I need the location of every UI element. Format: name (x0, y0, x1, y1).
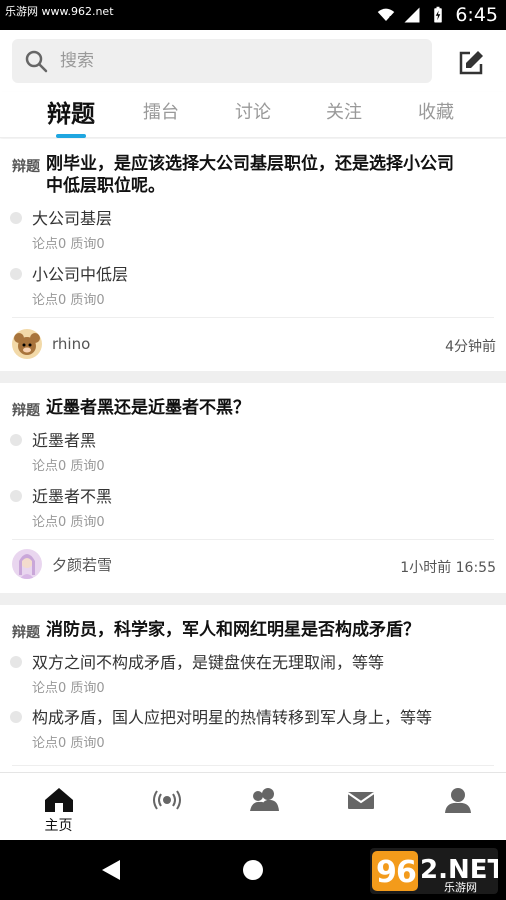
debate-tag: 辩题 (12, 403, 40, 419)
edit-icon[interactable] (456, 48, 486, 78)
option-radio[interactable] (10, 711, 22, 723)
nav-profile[interactable] (407, 773, 506, 841)
svg-text:6: 6 (396, 855, 417, 890)
nav-community[interactable] (213, 773, 314, 841)
bottom-nav: 主页 (0, 772, 506, 840)
card-separator (0, 371, 506, 383)
option-stats: 论点0 质询0 (32, 681, 105, 696)
author-info[interactable]: 夕颜若雪 (12, 549, 112, 579)
svg-text:乐游网: 乐游网 (444, 881, 477, 894)
back-icon[interactable] (100, 858, 122, 882)
divider (12, 317, 494, 318)
tab-arena[interactable]: 擂台 (121, 98, 201, 124)
post-time: 4分钟前 (445, 339, 496, 355)
debate-tag: 辩题 (12, 625, 40, 641)
avatar[interactable] (12, 549, 42, 579)
option-stats: 论点0 质询0 (32, 237, 105, 252)
debate-card[interactable]: 辩题 消防员，科学家，军人和网红明星是否构成矛盾？ 双方之间不构成矛盾，是键盘侠… (0, 605, 506, 772)
search-bar[interactable] (12, 39, 432, 83)
option-radio[interactable] (10, 656, 22, 668)
tab-favorites[interactable]: 收藏 (396, 98, 476, 124)
post-time: 1小时前 16:55 (400, 560, 496, 576)
tab-active-indicator (56, 134, 86, 138)
group-icon (249, 788, 279, 811)
tab-discussion[interactable]: 讨论 (213, 98, 293, 124)
option-radio[interactable] (10, 490, 22, 502)
option-text: 近墨者黑 (32, 431, 97, 450)
feed: 辩题 刚毕业，是应该选择大公司基层职位，还是选择小公司中低层职位呢。 大公司基层… (0, 139, 506, 772)
tab-debate[interactable]: 辩题 (31, 94, 111, 129)
avatar[interactable] (12, 329, 42, 359)
option-stats: 论点0 质询0 (32, 459, 105, 474)
divider (12, 539, 494, 540)
option-text: 小公司中低层 (32, 265, 129, 284)
tab-following[interactable]: 关注 (304, 98, 384, 124)
nav-messages[interactable] (310, 773, 411, 841)
option-radio[interactable] (10, 434, 22, 446)
nav-broadcast[interactable] (116, 773, 217, 841)
tab-bar: 辩题 擂台 讨论 关注 收藏 (0, 92, 506, 138)
author-name: 夕颜若雪 (52, 555, 113, 574)
wifi-icon (378, 8, 395, 21)
option-text: 近墨者不黑 (32, 487, 113, 506)
status-time: 6:45 (455, 4, 498, 26)
status-bar: 乐游网 www.962.net 6:45 (0, 0, 506, 30)
search-input[interactable] (60, 51, 390, 71)
option-text: 双方之间不构成矛盾，是键盘侠在无理取闹，等等 (32, 653, 385, 672)
author-name: rhino (52, 335, 91, 353)
broadcast-icon (152, 790, 181, 810)
search-icon (25, 50, 48, 73)
debate-title: 消防员，科学家，军人和网红明星是否构成矛盾？ (46, 620, 420, 640)
profile-icon (444, 788, 471, 813)
debate-title: 近墨者黑还是近墨者不黑？ (46, 398, 250, 418)
mail-icon (346, 792, 375, 809)
divider (12, 765, 494, 766)
card-separator (0, 593, 506, 605)
nav-home[interactable]: 主页 (8, 773, 109, 841)
debate-tag: 辩题 (12, 159, 40, 175)
signal-icon (404, 7, 420, 23)
home-icon (44, 788, 73, 812)
debate-title: 刚毕业，是应该选择大公司基层职位，还是选择小公司中低层职位呢。 (46, 154, 454, 196)
home-button-icon[interactable] (242, 859, 264, 881)
option-text: 构成矛盾，国人应把对明星的热情转移到军人身上，等等 (32, 708, 433, 727)
option-stats: 论点0 质询0 (32, 293, 105, 308)
debate-card[interactable]: 辩题 刚毕业，是应该选择大公司基层职位，还是选择小公司中低层职位呢。 大公司基层… (0, 139, 506, 371)
watermark-text: 乐游网 www.962.net (2, 3, 117, 19)
option-stats: 论点0 质询0 (32, 515, 105, 530)
nav-home-label: 主页 (44, 818, 73, 834)
author-info[interactable]: rhino (12, 329, 90, 359)
svg-text:9: 9 (376, 855, 397, 890)
system-nav-bar: 9 6 2.NET 乐游网 (0, 840, 506, 900)
option-radio[interactable] (10, 212, 22, 224)
header (0, 30, 506, 92)
debate-card[interactable]: 辩题 近墨者黑还是近墨者不黑？ 近墨者黑 论点0 质询0 近墨者不黑 论点0 质… (0, 383, 506, 593)
962-logo: 9 6 2.NET 乐游网 (370, 848, 498, 894)
option-stats: 论点0 质询0 (32, 736, 105, 751)
option-text: 大公司基层 (32, 209, 113, 228)
option-radio[interactable] (10, 268, 22, 280)
battery-icon (434, 6, 443, 23)
